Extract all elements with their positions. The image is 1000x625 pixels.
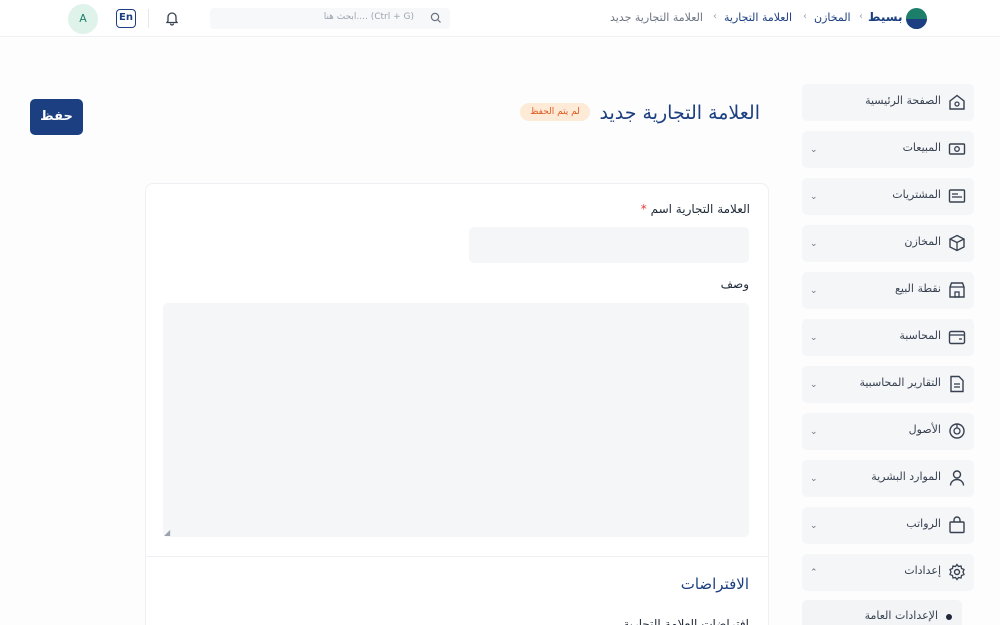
- sidebar-subitem-general-settings[interactable]: الإعدادات العامة: [802, 600, 962, 625]
- bag-icon: [949, 516, 965, 534]
- chevron-down-icon: ⌄: [810, 145, 818, 155]
- chevron-down-icon: ⌄: [810, 333, 818, 343]
- resize-handle-icon[interactable]: ◢: [164, 528, 170, 537]
- sidebar-item-label: المخازن: [904, 235, 941, 248]
- breadcrumb-item-brand[interactable]: العلامة التجارية: [724, 11, 792, 24]
- sidebar-subitem-label: الإعدادات العامة: [864, 609, 938, 622]
- sidebar-item-settings[interactable]: ⌃ إعدادات: [802, 554, 974, 591]
- save-button[interactable]: حفظ: [30, 99, 83, 135]
- sidebar-item-home[interactable]: الصفحة الرئيسية: [802, 84, 974, 121]
- breadcrumb-item-current: العلامة التجارية جديد: [610, 11, 703, 24]
- home-icon: [949, 94, 965, 110]
- search-placeholder: ابحث هنا.... (Ctrl + G): [323, 12, 414, 22]
- brand-name-field[interactable]: [469, 227, 749, 263]
- sidebar-item-assets[interactable]: ⌄ الأصول: [802, 413, 974, 450]
- sidebar-item-label: الموارد البشرية: [871, 470, 941, 483]
- asset-icon: [949, 423, 965, 439]
- report-icon: [950, 375, 964, 393]
- person-icon: [949, 470, 965, 486]
- sidebar-item-label: إعدادات: [904, 564, 941, 577]
- sidebar-item-sales[interactable]: ⌄ المبيعات: [802, 131, 974, 168]
- sidebar-item-pos[interactable]: ⌄ نقطة البيع: [802, 272, 974, 309]
- sidebar-item-hr[interactable]: ⌄ الموارد البشرية: [802, 460, 974, 497]
- search-icon: [430, 12, 441, 23]
- sidebar-item-purchases[interactable]: ⌄ المشتريات: [802, 178, 974, 215]
- status-badge: لم يتم الحفظ: [520, 103, 590, 121]
- wallet-icon: [948, 330, 966, 345]
- section-divider: [146, 556, 768, 557]
- chevron-down-icon: ⌄: [810, 474, 818, 484]
- chevron-down-icon: ⌄: [810, 286, 818, 296]
- breadcrumb-separator: ‹: [713, 11, 717, 22]
- page-title: العلامة التجارية جديد: [599, 102, 761, 124]
- sidebar-item-accounting[interactable]: ⌄ المحاسبة: [802, 319, 974, 356]
- app-logo[interactable]: [906, 8, 927, 29]
- chevron-down-icon: ⌄: [810, 521, 818, 531]
- sidebar-item-label: الرواتب: [906, 517, 941, 530]
- sidebar-item-warehouses[interactable]: ⌄ المخازن: [802, 225, 974, 262]
- defaults-subtitle: افتراضات العلامة التجارية: [623, 617, 749, 625]
- header-divider: [148, 9, 149, 28]
- sidebar-item-label: المشتريات: [892, 188, 941, 201]
- sidebar-item-label: التقارير المحاسبية: [859, 376, 941, 389]
- breadcrumb-separator: ‹: [859, 11, 863, 22]
- sidebar-item-accounting-reports[interactable]: ⌄ التقارير المحاسبية: [802, 366, 974, 403]
- cash-icon: [948, 143, 966, 155]
- sidebar-item-label: المحاسبة: [899, 329, 941, 342]
- brand-name-label-text: العلامة التجارية اسم: [650, 202, 750, 216]
- chevron-up-icon: ⌃: [810, 568, 818, 578]
- bullet-icon: [946, 614, 952, 620]
- brand-name[interactable]: بسيط: [868, 10, 902, 24]
- sidebar-item-label: الأصول: [908, 423, 941, 436]
- store-icon: [949, 282, 965, 298]
- top-bar: بسيط ‹ المخازن ‹ العلامة التجارية ‹ العل…: [0, 0, 1000, 37]
- sidebar-item-label: الصفحة الرئيسية: [865, 94, 941, 107]
- chevron-down-icon: ⌄: [810, 427, 818, 437]
- description-field[interactable]: [163, 303, 749, 537]
- box-icon: [949, 234, 965, 252]
- avatar[interactable]: A: [68, 4, 98, 34]
- breadcrumb-item-warehouses[interactable]: المخازن: [814, 11, 851, 24]
- chevron-down-icon: ⌄: [810, 192, 818, 202]
- breadcrumb-separator: ‹: [803, 11, 807, 22]
- bell-icon[interactable]: [165, 10, 179, 26]
- invoice-icon: [948, 189, 966, 203]
- chevron-down-icon: ⌄: [810, 380, 818, 390]
- description-label: وصف: [720, 277, 749, 291]
- sidebar-item-label: المبيعات: [902, 141, 941, 154]
- sidebar-item-payroll[interactable]: ⌄ الرواتب: [802, 507, 974, 544]
- sidebar-item-label: نقطة البيع: [895, 282, 941, 295]
- language-toggle[interactable]: En: [116, 9, 136, 28]
- defaults-section-title: الافتراضات: [680, 575, 749, 593]
- settings-icon: [949, 563, 965, 581]
- search-input[interactable]: ابحث هنا.... (Ctrl + G): [210, 8, 450, 29]
- required-mark: *: [640, 202, 647, 216]
- chevron-down-icon: ⌄: [810, 239, 818, 249]
- brand-name-label: * العلامة التجارية اسم: [641, 202, 750, 216]
